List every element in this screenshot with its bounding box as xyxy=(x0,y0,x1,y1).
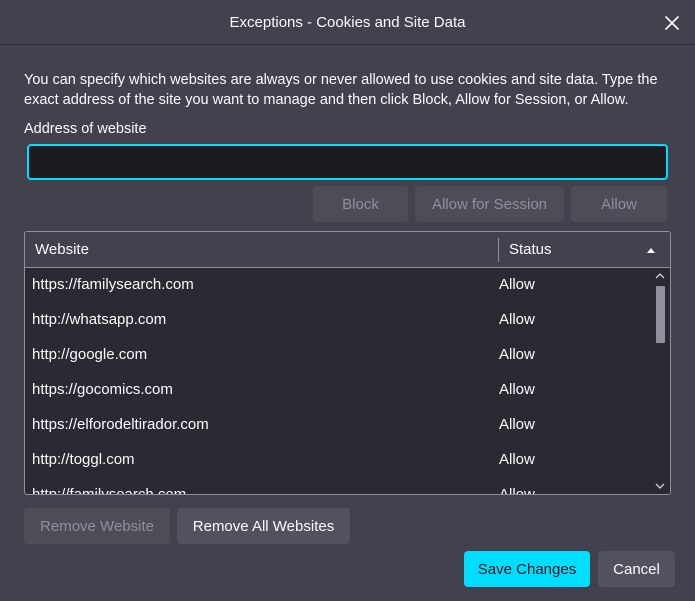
row-status: Allow xyxy=(499,451,535,468)
scroll-down-icon[interactable] xyxy=(655,482,665,490)
table-row[interactable]: http://familysearch.com Allow xyxy=(25,478,651,495)
table-row[interactable]: http://whatsapp.com Allow xyxy=(25,303,651,338)
table-header: Website Status xyxy=(25,232,670,268)
row-status: Allow xyxy=(499,486,535,495)
row-website: https://familysearch.com xyxy=(32,276,194,293)
remove-website-button[interactable]: Remove Website xyxy=(24,508,170,544)
allow-button[interactable]: Allow xyxy=(571,186,667,222)
table-scrollbar[interactable] xyxy=(650,268,670,494)
sort-ascending-icon xyxy=(647,248,655,253)
row-website: http://familysearch.com xyxy=(32,486,187,495)
row-status: Allow xyxy=(499,381,535,398)
cancel-button[interactable]: Cancel xyxy=(598,551,675,587)
row-website: http://toggl.com xyxy=(32,451,135,468)
column-header-status[interactable]: Status xyxy=(509,241,552,258)
row-status: Allow xyxy=(499,346,535,363)
dialog-description: You can specify which websites are alway… xyxy=(24,72,658,108)
dialog-titlebar: Exceptions - Cookies and Site Data xyxy=(0,0,695,45)
exceptions-table: Website Status https://familysearch.com A… xyxy=(24,231,671,495)
row-website: https://elforodeltirador.com xyxy=(32,416,209,433)
table-row[interactable]: https://gocomics.com Allow xyxy=(25,373,651,408)
row-status: Allow xyxy=(499,416,535,433)
scroll-up-icon[interactable] xyxy=(655,272,665,280)
row-status: Allow xyxy=(499,276,535,293)
row-website: https://gocomics.com xyxy=(32,381,173,398)
column-header-website[interactable]: Website xyxy=(35,241,89,258)
close-icon xyxy=(665,16,679,30)
table-row[interactable]: http://google.com Allow xyxy=(25,338,651,373)
allow-for-session-button[interactable]: Allow for Session xyxy=(415,186,564,222)
address-label-text: Address of website xyxy=(24,121,147,137)
column-divider[interactable] xyxy=(498,238,499,262)
table-row[interactable]: http://toggl.com Allow xyxy=(25,443,651,478)
dialog-title: Exceptions - Cookies and Site Data xyxy=(229,13,466,31)
remove-all-websites-button[interactable]: Remove All Websites xyxy=(177,508,350,544)
save-changes-button[interactable]: Save Changes xyxy=(464,551,590,587)
table-body[interactable]: https://familysearch.com Allow http://what… xyxy=(25,268,651,495)
row-website: http://google.com xyxy=(32,346,148,363)
address-label: Address of website xyxy=(24,121,147,137)
table-row[interactable]: https://familysearch.com Allow xyxy=(25,268,651,303)
scrollbar-thumb[interactable] xyxy=(656,286,665,343)
block-button[interactable]: Block xyxy=(313,186,408,222)
address-input[interactable] xyxy=(27,144,668,180)
row-status: Allow xyxy=(499,311,535,328)
row-website: http://whatsapp.com xyxy=(32,311,167,328)
close-button[interactable] xyxy=(663,14,681,32)
table-row[interactable]: https://elforodeltirador.com Allow xyxy=(25,408,651,443)
